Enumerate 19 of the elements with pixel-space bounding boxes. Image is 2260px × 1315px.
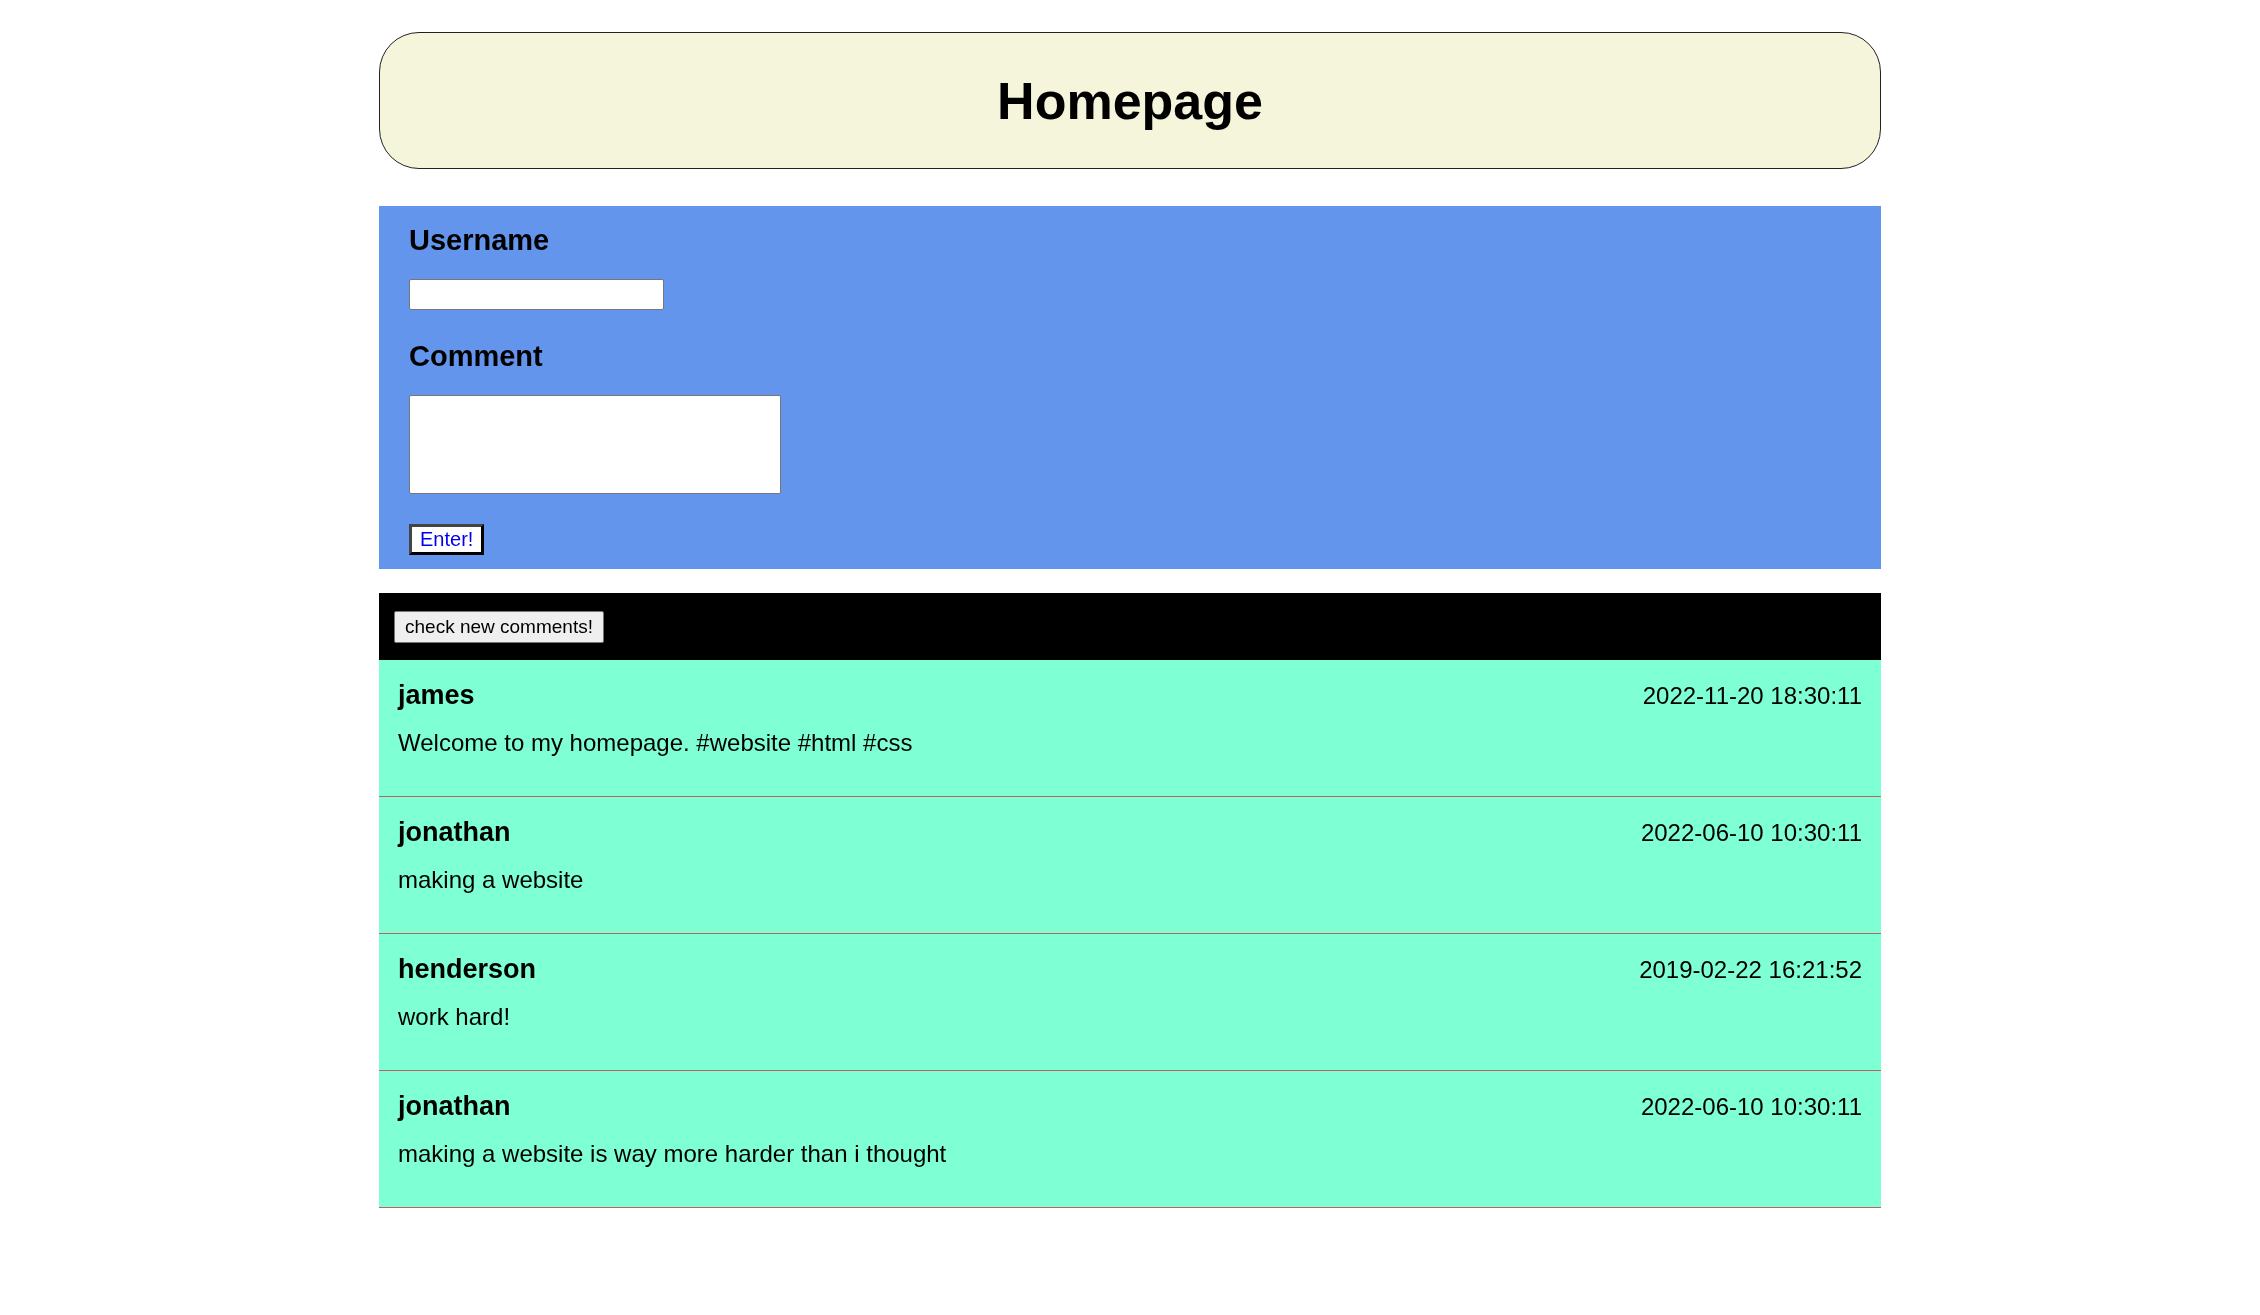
comment-time: 2022-06-10 10:30:11 [1640,818,1862,847]
username-label: Username [409,224,550,257]
comment-time: 2022-11-20 18:30:11 [1642,681,1862,710]
comment-time: 2019-02-22 16:21:52 [1639,955,1862,984]
comment-author: henderson [398,954,537,985]
comment-author: jonathan [398,817,511,848]
comment-author: james [398,680,475,711]
comment-text: Welcome to my homepage. #website #html #css [398,729,914,757]
enter-button[interactable]: Enter! [409,524,485,555]
comment-text: making a website is way more harder than i thought [398,1140,948,1168]
comment-text: making a website [398,866,585,894]
comment-text: work hard! [398,1003,512,1031]
comment-author: jonathan [398,1091,511,1122]
comment-time: 2022-06-10 10:30:11 [1640,1092,1862,1121]
comment-label: Comment [409,340,543,373]
check-comments-button[interactable]: check new comments! [394,610,604,643]
username-input[interactable] [409,279,664,310]
page-title: Homepage [997,70,1263,131]
comment-input[interactable] [409,395,781,494]
